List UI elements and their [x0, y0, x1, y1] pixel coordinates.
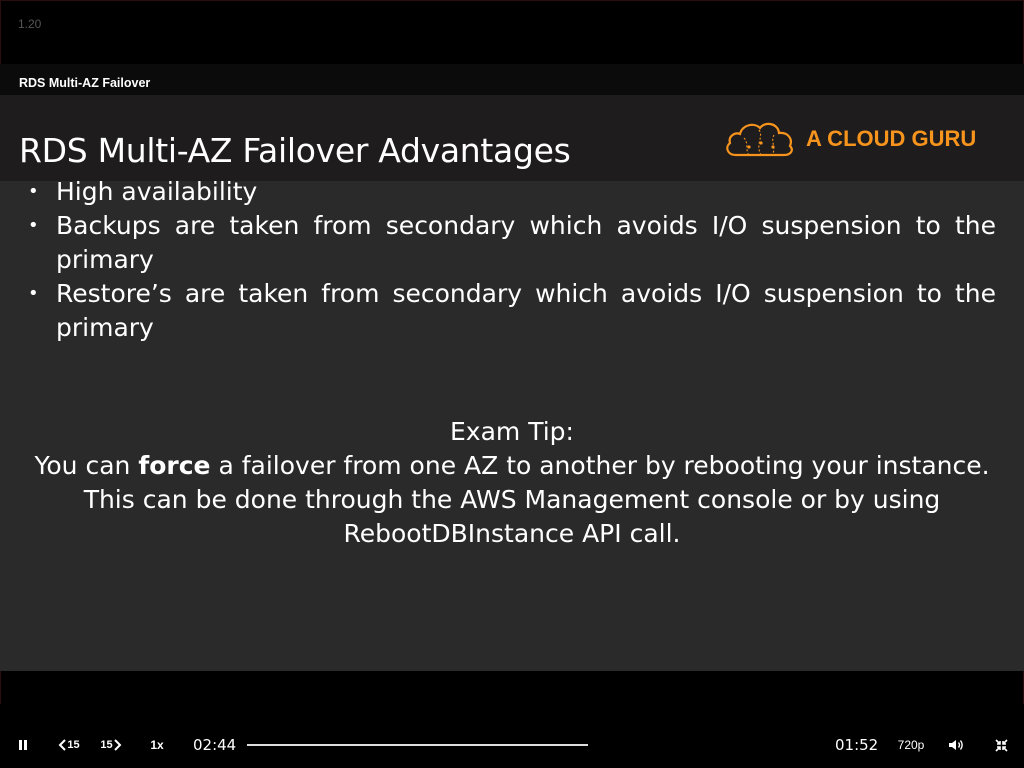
bullet-item: Restore’s are taken from secondary which… — [28, 277, 996, 345]
progress-fill — [247, 744, 588, 746]
player-controls: 15 15 1x 02:44 01:52 720p — [0, 704, 1024, 768]
section-label: RDS Multi-AZ Failover — [19, 76, 151, 90]
rewind-15-button[interactable]: 15 — [56, 737, 82, 753]
exam-tip: Exam Tip: You can force a failover from … — [30, 415, 994, 551]
version-label: 1.20 — [18, 17, 42, 31]
rewind-15-icon — [58, 739, 67, 751]
exam-tip-emphasis: force — [138, 451, 211, 480]
slide: RDS Multi-AZ Failover RDS Multi-AZ Failo… — [0, 64, 1024, 671]
exam-tip-body: You can force a failover from one AZ to … — [30, 449, 994, 551]
quality-button[interactable]: 720p — [894, 737, 928, 753]
cloud-logo-icon — [726, 122, 793, 157]
bullet-item: High availability — [28, 175, 996, 209]
bullet-item: Backups are taken from secondary which a… — [28, 209, 996, 277]
volume-icon — [949, 740, 963, 750]
bullet-list: High availability Backups are taken from… — [28, 175, 996, 345]
exit-fullscreen-button[interactable] — [992, 737, 1010, 753]
slide-header: RDS Multi-AZ Failover Advantages A CLOUD… — [0, 95, 1024, 181]
remaining-time: 01:52 — [835, 736, 879, 754]
slide-header-strip: RDS Multi-AZ Failover — [0, 64, 1024, 95]
volume-button[interactable] — [946, 737, 966, 753]
progress-bar[interactable] — [247, 744, 588, 746]
forward-15-label: 15 — [100, 739, 113, 751]
rewind-15-label: 15 — [67, 739, 80, 751]
brand-logo: A CLOUD GURU — [722, 117, 1002, 161]
exam-tip-text: a failover from one AZ to another by reb… — [83, 451, 990, 548]
pause-icon — [19, 740, 27, 750]
forward-15-icon — [113, 739, 122, 751]
pause-button[interactable] — [14, 737, 32, 753]
slide-title: RDS Multi-AZ Failover Advantages — [19, 131, 571, 170]
playback-speed-button[interactable]: 1x — [146, 737, 168, 753]
logo-text: A CLOUD GURU — [806, 126, 977, 151]
exam-tip-heading: Exam Tip: — [450, 417, 574, 446]
exam-tip-text: You can — [34, 451, 139, 480]
exit-fullscreen-icon — [994, 738, 1008, 752]
elapsed-time: 02:44 — [193, 736, 237, 754]
forward-15-button[interactable]: 15 — [98, 737, 124, 753]
